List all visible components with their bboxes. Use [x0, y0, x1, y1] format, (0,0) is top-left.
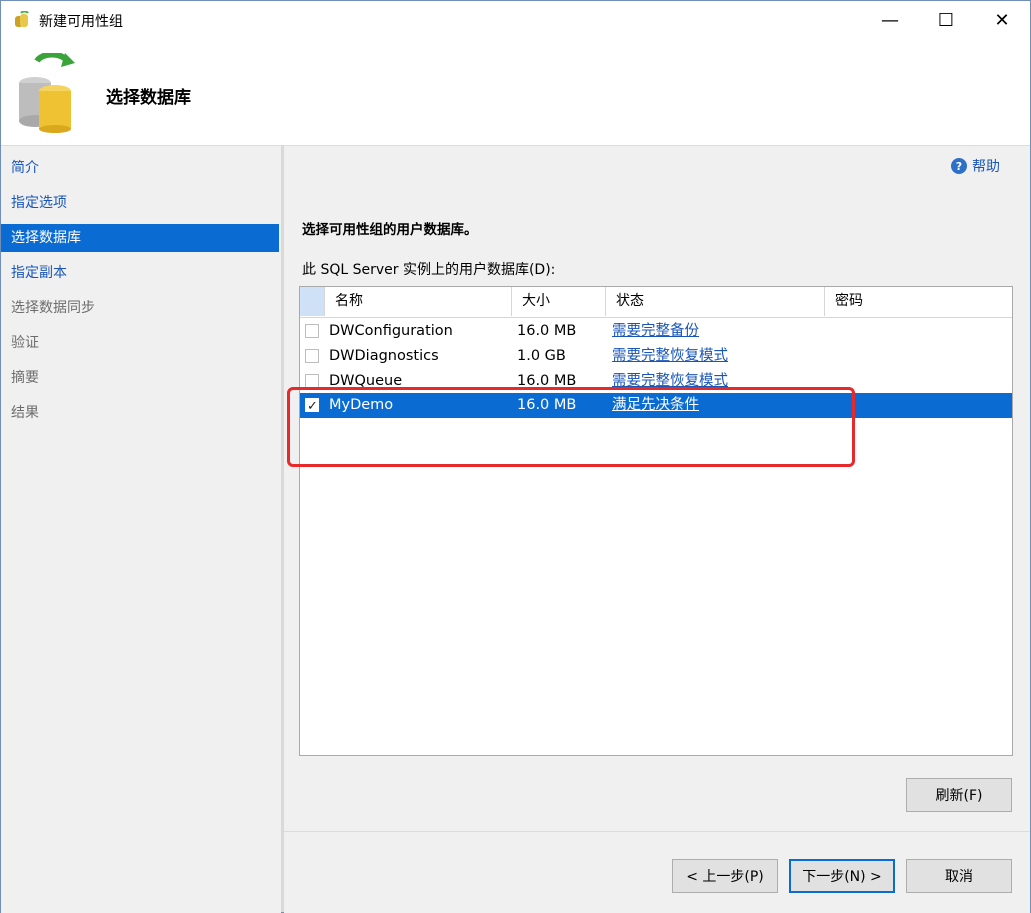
db-size: 1.0 GB: [517, 348, 566, 364]
select-all-cell[interactable]: [300, 287, 325, 316]
close-button[interactable]: ✕: [974, 1, 1030, 39]
window-title: 新建可用性组: [39, 14, 123, 30]
row-checkbox[interactable]: [305, 324, 319, 338]
nav-item-data-sync: 选择数据同步: [11, 300, 95, 316]
wizard-nav: 简介 指定选项 选择数据库 指定副本 选择数据同步 验证 摘要 结果: [1, 145, 281, 913]
db-status-link[interactable]: 需要完整恢复模式: [612, 369, 728, 394]
column-header-password[interactable]: 密码: [825, 287, 1012, 316]
next-button[interactable]: 下一步(N) >: [789, 859, 895, 893]
database-grid[interactable]: 名称 大小 状态 密码 DWConfiguration 16.0 MB 需要完整…: [299, 286, 1013, 756]
help-icon: ?: [951, 158, 967, 174]
table-row-selected[interactable]: ✓ MyDemo 16.0 MB 满足先决条件: [300, 393, 1012, 418]
row-checkbox[interactable]: [305, 374, 319, 388]
help-link[interactable]: ? 帮助: [951, 156, 1000, 176]
db-status-link[interactable]: 需要完整恢复模式: [612, 344, 728, 369]
section-title: 选择可用性组的用户数据库。: [302, 222, 478, 238]
nav-item-summary: 摘要: [11, 370, 39, 386]
grid-header: 名称 大小 状态 密码: [300, 287, 1012, 318]
row-checkbox[interactable]: [305, 349, 319, 363]
refresh-button[interactable]: 刷新(F): [906, 778, 1012, 812]
db-size: 16.0 MB: [517, 373, 577, 389]
nav-item-replicas[interactable]: 指定副本: [1, 259, 279, 287]
db-name: DWConfiguration: [329, 323, 453, 339]
db-status-link[interactable]: 需要完整备份: [612, 319, 699, 344]
column-header-name[interactable]: 名称: [325, 287, 512, 316]
database-group-icon: [15, 11, 29, 27]
dialog-window: 新建可用性组 — ☐ ✕ 选择数据库 简介 指定选项 选择数据库 指定副本 选择…: [0, 0, 1031, 913]
db-status-link[interactable]: 满足先决条件: [612, 393, 699, 418]
table-row[interactable]: DWDiagnostics 1.0 GB 需要完整恢复模式: [300, 344, 1012, 369]
wizard-footer: < 上一步(P) 下一步(N) > 取消: [284, 831, 1030, 913]
maximize-icon: ☐: [937, 9, 955, 31]
nav-item-validation: 验证: [11, 335, 39, 351]
db-name: DWQueue: [329, 373, 403, 389]
table-row[interactable]: DWQueue 16.0 MB 需要完整恢复模式: [300, 369, 1012, 394]
nav-item-select-databases[interactable]: 选择数据库: [1, 224, 279, 252]
db-size: 16.0 MB: [517, 323, 577, 339]
table-row[interactable]: DWConfiguration 16.0 MB 需要完整备份: [300, 319, 1012, 344]
row-checkbox-checked[interactable]: ✓: [305, 398, 319, 414]
nav-item-results: 结果: [11, 405, 39, 421]
nav-item-intro[interactable]: 简介: [1, 154, 279, 182]
back-button[interactable]: < 上一步(P): [672, 859, 778, 893]
database-sync-icon: [19, 53, 75, 133]
maximize-button[interactable]: ☐: [918, 1, 974, 39]
minimize-icon: —: [881, 9, 899, 31]
database-list-label: 此 SQL Server 实例上的用户数据库(D):: [302, 262, 556, 278]
main-panel: ? 帮助 选择可用性组的用户数据库。 此 SQL Server 实例上的用户数据…: [284, 145, 1030, 832]
wizard-header: 选择数据库: [1, 39, 1030, 145]
db-name: DWDiagnostics: [329, 348, 439, 364]
nav-item-options[interactable]: 指定选项: [1, 189, 279, 217]
column-header-status[interactable]: 状态: [606, 287, 825, 316]
close-icon: ✕: [994, 9, 1010, 31]
help-label: 帮助: [972, 159, 1000, 175]
cancel-button[interactable]: 取消: [906, 859, 1012, 893]
minimize-button[interactable]: —: [862, 1, 918, 39]
checkmark-icon: ✓: [307, 399, 318, 414]
title-bar: 新建可用性组 — ☐ ✕: [1, 1, 1030, 39]
column-header-size[interactable]: 大小: [512, 287, 606, 316]
db-size: 16.0 MB: [517, 397, 577, 413]
page-title: 选择数据库: [106, 88, 191, 108]
db-name: MyDemo: [329, 397, 394, 413]
